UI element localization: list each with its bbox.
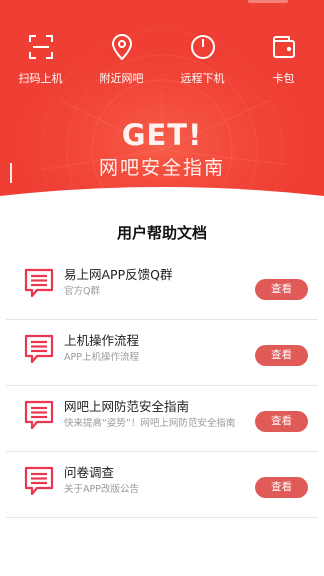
help-docs-list: 易上网APP反馈Q群 官方Q群 查看 上机操作流程 APP上机操作流程 查看 网… bbox=[6, 254, 318, 518]
scan-icon bbox=[26, 32, 56, 62]
wallet-icon bbox=[269, 32, 299, 62]
document-chat-icon bbox=[23, 267, 55, 299]
item-title: 易上网APP反馈Q群 bbox=[64, 267, 173, 282]
quick-action-label: 附近网吧 bbox=[99, 72, 144, 85]
quick-action-wallet[interactable]: 卡包 bbox=[243, 32, 324, 86]
status-bar-fragment bbox=[248, 0, 288, 3]
view-button[interactable]: 查看 bbox=[255, 279, 308, 300]
item-title: 上机操作流程 bbox=[64, 333, 140, 348]
location-pin-icon bbox=[107, 32, 137, 62]
view-button[interactable]: 查看 bbox=[255, 411, 308, 432]
list-item[interactable]: 易上网APP反馈Q群 官方Q群 查看 bbox=[6, 254, 318, 320]
item-title: 网吧上网防范安全指南 bbox=[64, 399, 190, 414]
banner-title: GET! bbox=[121, 118, 203, 152]
list-item[interactable]: 网吧上网防范安全指南 快来提高“姿势”！网吧上网防范安全指南 查看 bbox=[6, 386, 318, 452]
quick-action-label: 远程下机 bbox=[180, 72, 225, 85]
quick-action-nearby[interactable]: 附近网吧 bbox=[81, 32, 162, 86]
item-title: 问卷调查 bbox=[64, 465, 115, 480]
item-description: 官方Q群 bbox=[64, 286, 100, 297]
item-description: APP上机操作流程 bbox=[64, 352, 139, 363]
document-chat-icon bbox=[23, 333, 55, 365]
quick-action-remote-logout[interactable]: 远程下机 bbox=[162, 32, 243, 86]
document-chat-icon bbox=[23, 399, 55, 431]
document-chat-icon bbox=[23, 465, 55, 497]
list-item[interactable]: 问卷调查 关于APP改版公告 查看 bbox=[6, 452, 318, 518]
list-item[interactable]: 上机操作流程 APP上机操作流程 查看 bbox=[6, 320, 318, 386]
view-button[interactable]: 查看 bbox=[255, 477, 308, 498]
item-description: 关于APP改版公告 bbox=[64, 484, 139, 495]
item-description: 快来提高“姿势”！网吧上网防范安全指南 bbox=[64, 418, 236, 429]
section-title: 用户帮助文档 bbox=[116, 224, 207, 242]
quick-actions-bar: 扫码上机 附近网吧 远程下机 卡包 bbox=[0, 32, 324, 86]
quick-action-label: 卡包 bbox=[272, 72, 295, 85]
banner-subtitle: 网吧安全指南 bbox=[98, 157, 225, 179]
header-banner: 扫码上机 附近网吧 远程下机 卡包 GET! 网吧安全指南 bbox=[0, 0, 324, 210]
quick-action-scan[interactable]: 扫码上机 bbox=[0, 32, 81, 86]
quick-action-label: 扫码上机 bbox=[18, 72, 63, 85]
view-button[interactable]: 查看 bbox=[255, 345, 308, 366]
power-icon bbox=[188, 32, 218, 62]
